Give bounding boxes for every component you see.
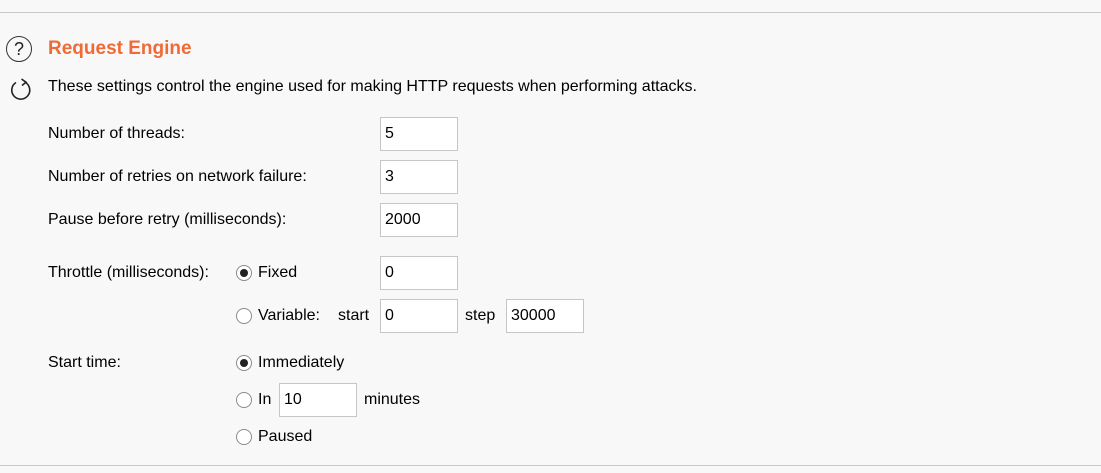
retries-input[interactable] [380,160,458,194]
throttle-step-input[interactable] [506,299,584,333]
help-icon[interactable]: ? [6,36,32,62]
throttle-label: Throttle (milliseconds): [48,264,209,281]
threads-input[interactable] [380,117,458,151]
start-paused-radio[interactable] [236,429,252,445]
bottom-divider [0,465,1101,466]
start-in-label: In [258,391,272,408]
throttle-fixed-radio[interactable] [236,265,252,281]
section-title: Request Engine [48,38,192,59]
throttle-variable-label: Variable: [258,307,320,324]
minutes-label: minutes [364,391,421,408]
section-description: These settings control the engine used f… [48,78,697,95]
throttle-start-label: start [338,307,370,324]
start-time-label: Start time: [48,354,121,371]
start-immediately-label: Immediately [258,354,345,371]
throttle-variable-radio[interactable] [236,308,252,324]
pause-label: Pause before retry (milliseconds): [48,211,287,228]
retries-label: Number of retries on network failure: [48,168,307,185]
start-in-minutes-input[interactable] [279,383,357,417]
throttle-fixed-input[interactable] [380,256,458,290]
throttle-start-input[interactable] [380,299,458,333]
start-immediately-radio[interactable] [236,355,252,371]
throttle-step-label: step [465,307,496,324]
top-divider [0,12,1101,13]
refresh-icon[interactable] [8,77,34,103]
start-in-radio[interactable] [236,392,252,408]
start-paused-label: Paused [258,428,313,445]
threads-label: Number of threads: [48,125,185,142]
pause-input[interactable] [380,203,458,237]
throttle-fixed-label: Fixed [258,264,298,281]
